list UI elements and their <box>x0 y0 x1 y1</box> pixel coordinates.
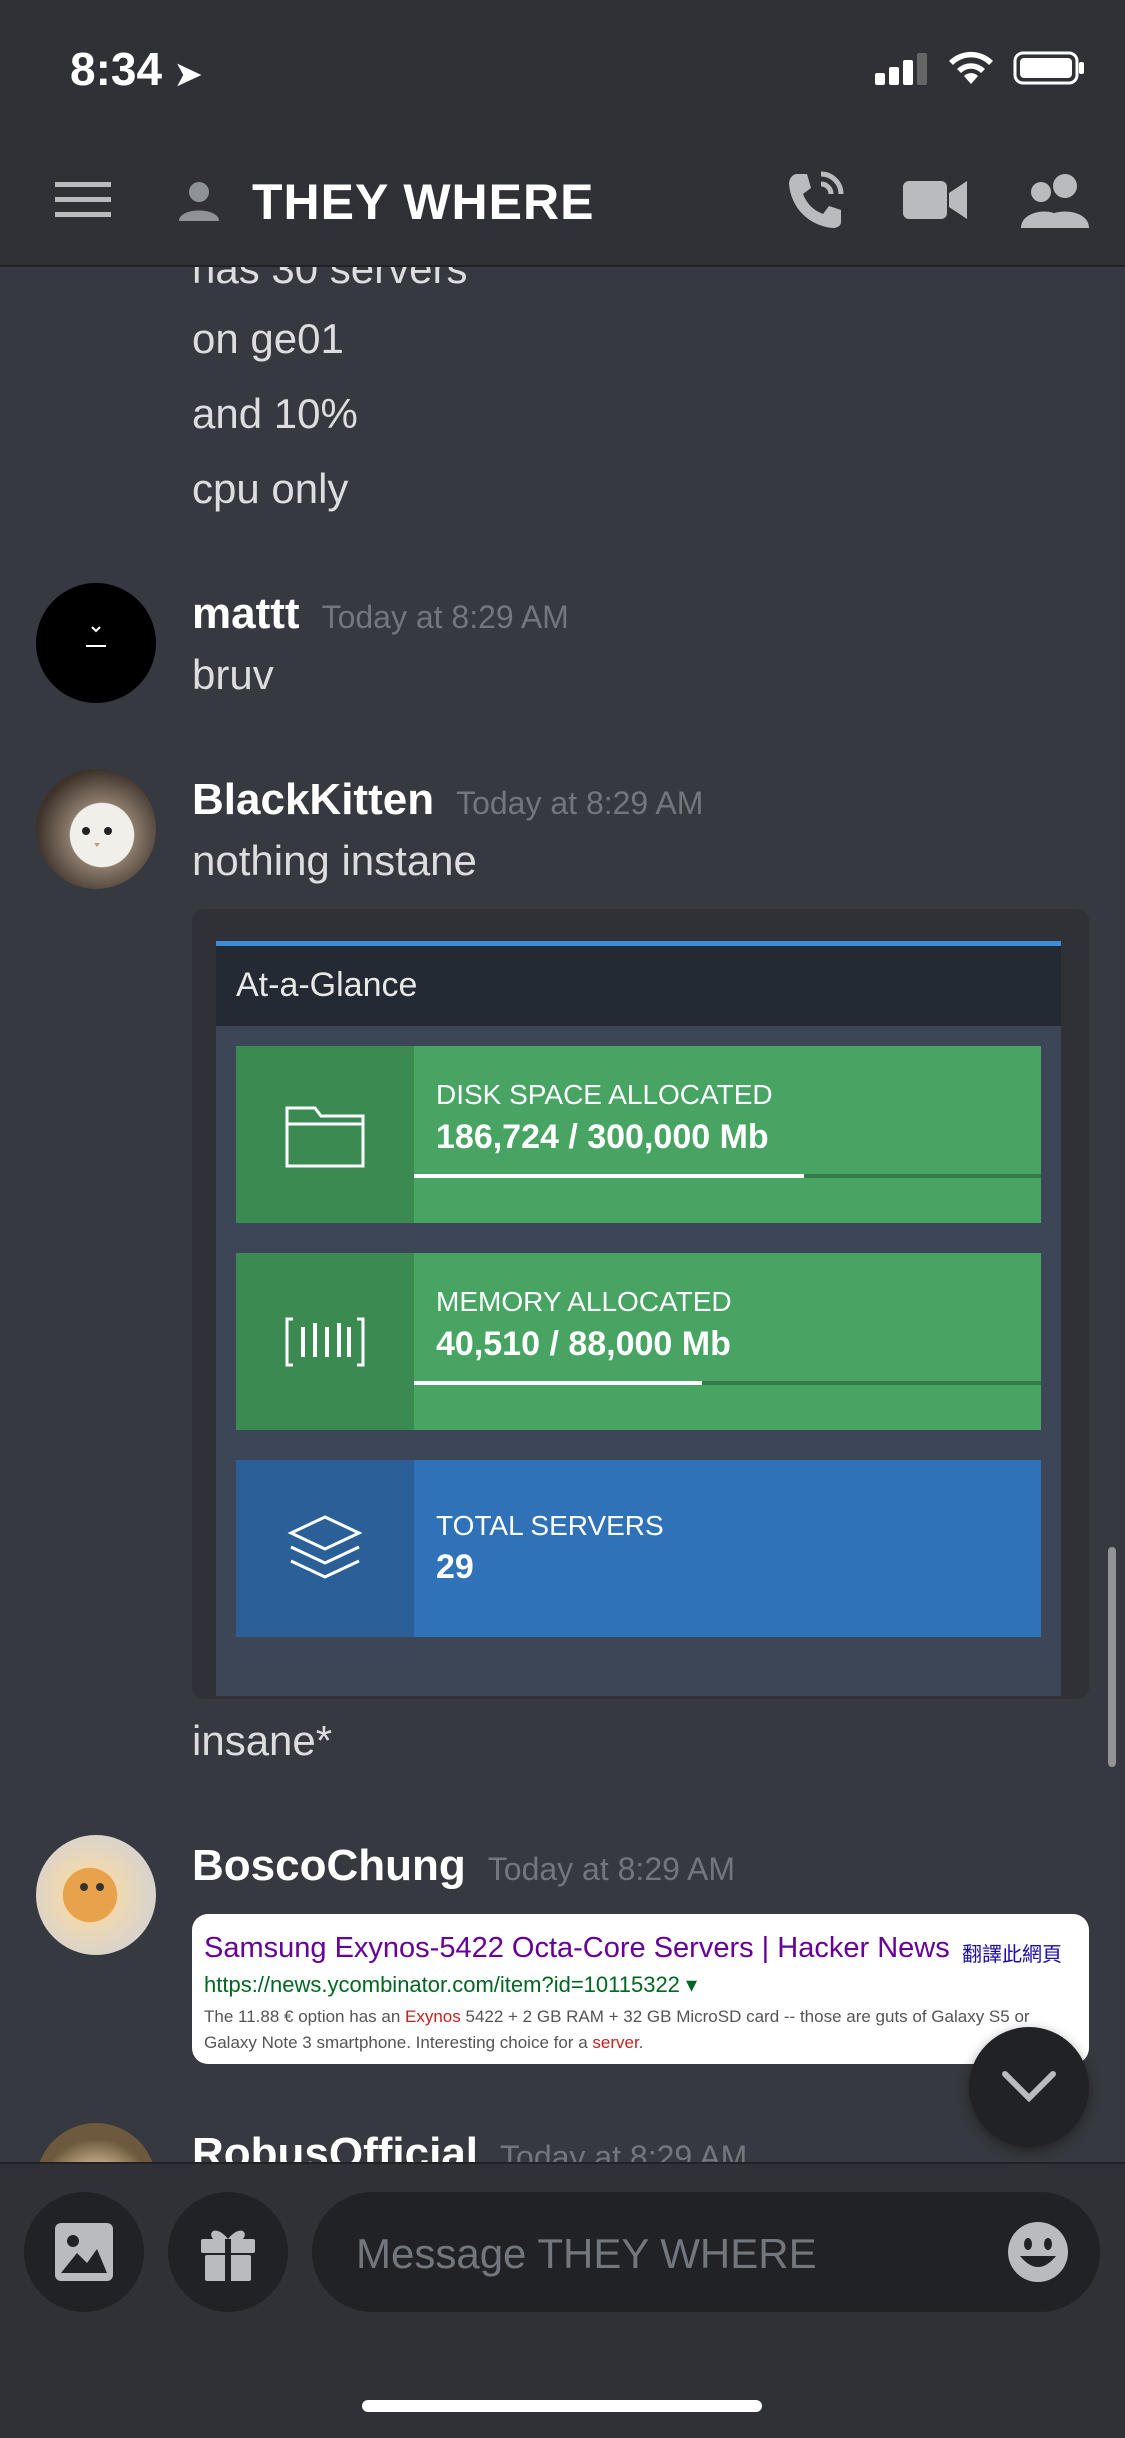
panel-title: At-a-Glance <box>236 966 418 1004</box>
folder-icon <box>236 1046 414 1223</box>
stat-disk-space: DISK SPACE ALLOCATED 186,724 / 300,000 M… <box>236 1046 1041 1223</box>
status-time: 8:34 ➤ <box>70 43 202 95</box>
jump-to-bottom-button[interactable] <box>969 2027 1089 2147</box>
cellular-signal-icon <box>875 53 927 85</box>
gift-icon <box>201 2230 255 2281</box>
link-title[interactable]: Samsung Exynos-5422 Octa-Core Servers | … <box>204 1932 950 1965</box>
channel-title: THEY WHERE <box>252 174 595 230</box>
layers-icon <box>236 1460 414 1637</box>
attach-image-button[interactable] <box>24 2192 144 2312</box>
message-header-robusofficial: RobusOfficial Today at 8:29 AM <box>192 2129 747 2162</box>
image-attachment[interactable]: At-a-Glance DISK SPACE ALLOCATED 186,724… <box>192 909 1089 1699</box>
username[interactable]: mattt <box>192 589 300 638</box>
message-input[interactable]: Message THEY WHERE <box>312 2192 1100 2312</box>
link-preview-card[interactable]: Samsung Exynos-5422 Octa-Core Servers | … <box>192 1914 1089 2064</box>
message-timestamp: Today at 8:29 AM <box>487 1851 736 1887</box>
dm-person-icon <box>179 182 219 221</box>
message-placeholder: Message THEY WHERE <box>356 2230 817 2277</box>
gift-button[interactable] <box>168 2192 288 2312</box>
video-call-button[interactable] <box>895 165 975 235</box>
avatar-blackkitten[interactable] <box>36 769 156 889</box>
avatar-face-icon <box>86 626 106 647</box>
message-text: bruv <box>192 651 274 698</box>
message-timestamp: Today at 8:29 AM <box>500 2139 748 2162</box>
members-icon <box>1021 174 1089 228</box>
stat-progress-bar <box>414 1174 1041 1178</box>
image-icon <box>55 2223 113 2281</box>
memory-chip-icon <box>236 1253 414 1430</box>
location-arrow-icon: ➤ <box>174 56 202 92</box>
kitten-photo-icon <box>80 1883 104 1891</box>
home-indicator[interactable] <box>362 2400 762 2412</box>
username[interactable]: RobusOfficial <box>192 2129 478 2162</box>
video-camera-icon <box>903 181 967 219</box>
chevron-down-icon <box>1002 2071 1056 2103</box>
link-description: The 11.88 € option has an Exynos 5422 + … <box>204 2007 1030 2052</box>
avatar-boscochung[interactable] <box>36 1835 156 1955</box>
message-list[interactable]: has 30 servers on ge01 and 10% cpu only … <box>0 267 1125 2162</box>
stat-label: DISK SPACE ALLOCATED <box>436 1079 773 1110</box>
voice-call-button[interactable] <box>775 165 855 235</box>
avatar-robusofficial[interactable] <box>36 2123 156 2162</box>
wifi-icon <box>949 51 993 84</box>
link-url[interactable]: https://news.ycombinator.com/item?id=101… <box>204 1972 697 1998</box>
stat-value: 40,510 / 88,000 Mb <box>436 1325 731 1363</box>
message-header-boscochung: BoscoChung Today at 8:29 AM <box>192 1841 735 1891</box>
translate-link[interactable]: 翻譯此網頁 <box>962 1938 1062 1967</box>
stat-memory: MEMORY ALLOCATED 40,510 / 88,000 Mb <box>236 1253 1041 1430</box>
message-line: cpu only <box>192 465 349 512</box>
hamburger-menu-icon[interactable] <box>55 180 111 220</box>
stat-label: MEMORY ALLOCATED <box>436 1286 732 1317</box>
message-header-mattt: mattt Today at 8:29 AM <box>192 589 569 639</box>
panel-header: At-a-Glance <box>216 946 1061 1026</box>
message-text: insane* <box>192 1717 333 1764</box>
phone-call-icon <box>789 171 844 228</box>
status-bar: 8:34 ➤ <box>0 0 1125 135</box>
message-line: and 10% <box>192 390 358 437</box>
message-text: nothing instane <box>192 837 477 884</box>
message-line: on ge01 <box>192 315 344 362</box>
stat-value: 186,724 / 300,000 Mb <box>436 1118 769 1156</box>
battery-icon <box>1013 51 1084 85</box>
avatar-mattt[interactable] <box>36 583 156 703</box>
message-timestamp: Today at 8:29 AM <box>456 785 704 821</box>
stat-progress-bar <box>414 1381 1041 1385</box>
message-line: has 30 servers <box>192 267 468 292</box>
message-timestamp: Today at 8:29 AM <box>321 599 569 635</box>
message-composer: Message THEY WHERE <box>0 2162 1125 2438</box>
cat-photo-icon <box>82 827 112 847</box>
stat-total-servers: TOTAL SERVERS 29 <box>236 1460 1041 1637</box>
status-icons <box>875 48 1085 88</box>
stat-label: TOTAL SERVERS <box>436 1510 664 1541</box>
username[interactable]: BlackKitten <box>192 775 434 824</box>
username[interactable]: BoscoChung <box>192 1841 466 1890</box>
member-list-button[interactable] <box>1015 165 1095 235</box>
channel-header: THEY WHERE <box>0 135 1125 267</box>
stat-value: 29 <box>436 1548 474 1586</box>
at-a-glance-panel: At-a-Glance DISK SPACE ALLOCATED 186,724… <box>216 941 1061 1696</box>
message-header-blackkitten: BlackKitten Today at 8:29 AM <box>192 775 703 825</box>
emoji-icon[interactable] <box>1006 2220 1070 2284</box>
scrollbar[interactable] <box>1108 1547 1116 1767</box>
